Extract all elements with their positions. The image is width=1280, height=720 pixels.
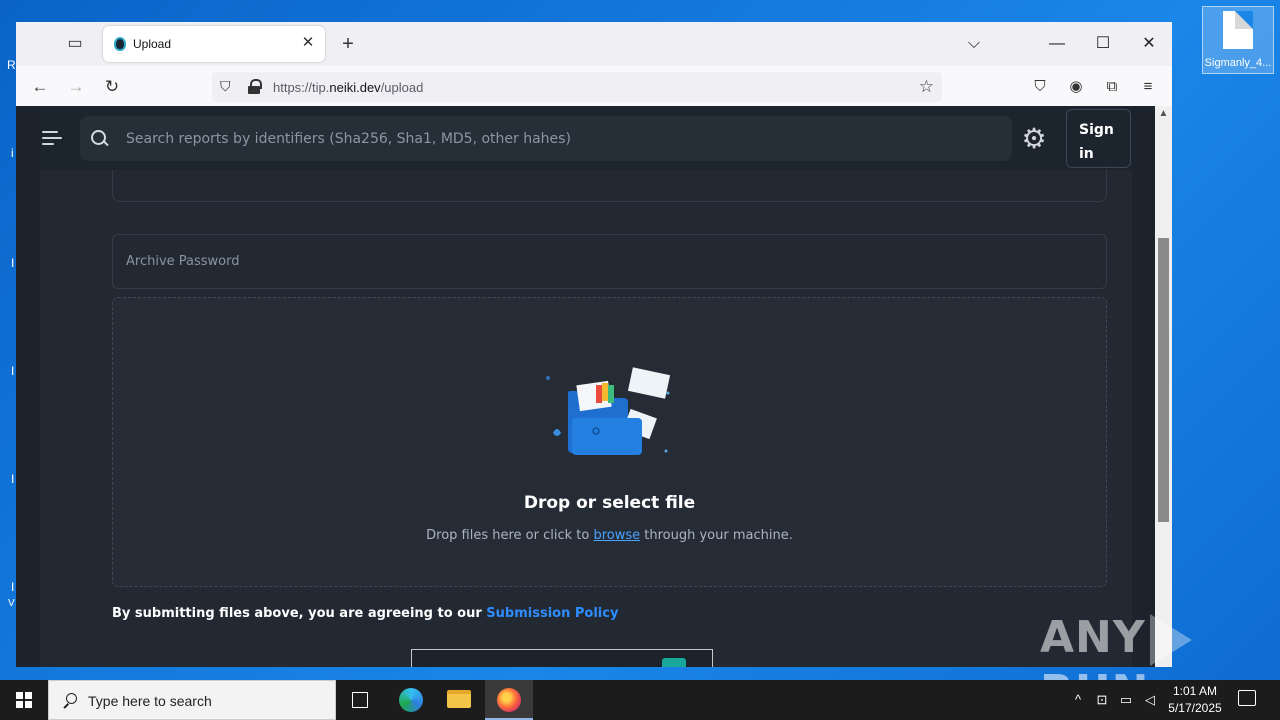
document-icon: [1223, 11, 1253, 49]
navigation-bar: ← → ↻ ⛉ https://tip.neiki.dev/upload ☆ ⛉…: [16, 66, 1172, 106]
usb-device-icon[interactable]: ⊡: [1092, 680, 1112, 720]
close-window-button[interactable]: ✕: [1134, 32, 1164, 56]
taskbar-search-placeholder: Type here to search: [88, 693, 212, 709]
firefox-icon: [497, 688, 521, 712]
dropzone-subtitle: Drop files here or click to browse throu…: [426, 528, 793, 543]
desktop-file-icon[interactable]: Sigmanly_4...: [1202, 6, 1274, 74]
windows-logo-icon: [16, 692, 32, 708]
browser-window: ▭ Upload ✕ + ⌵ — ☐ ✕ ← → ↻ ⛉ https://tip…: [16, 22, 1172, 667]
page-scrollbar[interactable]: ▲: [1155, 106, 1172, 667]
edge-taskbar-button[interactable]: [387, 680, 435, 720]
new-tab-button[interactable]: +: [336, 32, 360, 56]
browse-link[interactable]: browse: [593, 528, 640, 543]
menu-hamburger-icon[interactable]: ≡: [1136, 75, 1160, 99]
file-explorer-taskbar-button[interactable]: [435, 680, 483, 720]
app-header: ⚙ Sign in: [16, 106, 1156, 170]
archive-password-input[interactable]: [126, 235, 1086, 288]
tab-upload[interactable]: Upload ✕: [103, 26, 325, 62]
archive-password-field[interactable]: [112, 234, 1107, 289]
notification-center-icon[interactable]: [1238, 690, 1256, 706]
url-bar[interactable]: ⛉ https://tip.neiki.dev/upload ☆: [212, 72, 942, 102]
file-dropzone[interactable]: Drop or select file Drop files here or c…: [112, 297, 1107, 587]
pocket-icon[interactable]: ⛉: [1028, 75, 1052, 99]
tab-bar: ▭ Upload ✕ + ⌵ — ☐ ✕: [16, 22, 1172, 66]
play-logo-icon: [1149, 614, 1192, 666]
tab-title: Upload: [133, 37, 172, 51]
sidebar-menu-icon[interactable]: [42, 131, 62, 147]
minimize-button[interactable]: —: [1042, 32, 1072, 56]
taskbar: Type here to search ^ ⊡ ▭ ◁ 1:01 AM 5/17…: [0, 680, 1280, 720]
tracking-shield-icon[interactable]: ⛉: [220, 78, 236, 96]
back-arrow-icon[interactable]: ←: [28, 75, 52, 99]
maximize-button[interactable]: ☐: [1088, 32, 1118, 56]
start-button[interactable]: [0, 680, 48, 720]
lock-icon[interactable]: [248, 79, 262, 95]
web-page: Drop or select file Drop files here or c…: [16, 106, 1156, 667]
gear-icon[interactable]: ⚙: [1019, 124, 1049, 154]
submission-agreement-text: By submitting files above, you are agree…: [112, 606, 619, 621]
edge-icon: [399, 688, 423, 712]
desktop-icon-letter: I: [11, 580, 15, 594]
desktop-icon-strip: R i I I I I V: [0, 0, 16, 680]
scroll-up-arrow-icon[interactable]: ▲: [1157, 108, 1170, 120]
volume-icon[interactable]: ◁: [1140, 680, 1160, 720]
reload-icon[interactable]: ↻: [100, 75, 124, 99]
desktop-file-label: Sigmanly_4...: [1204, 57, 1272, 69]
desktop-icon-letter: R: [7, 58, 16, 72]
network-icon[interactable]: ▭: [1116, 680, 1136, 720]
desktop-icon-letter: I: [11, 256, 15, 270]
folder-upload-illustration-icon: [546, 367, 671, 455]
clock-date: 5/17/2025: [1168, 701, 1222, 715]
extensions-icon[interactable]: ⧉: [1100, 75, 1124, 99]
firefox-taskbar-button[interactable]: [485, 680, 533, 720]
report-search-box[interactable]: [80, 116, 1012, 161]
upload-card: Drop or select file Drop files here or c…: [40, 106, 1132, 667]
url-text[interactable]: https://tip.neiki.dev/upload: [273, 80, 423, 95]
desktop-icon-letter: V: [8, 598, 15, 609]
list-all-tabs-icon[interactable]: ⌵: [959, 32, 989, 56]
account-icon[interactable]: ◉: [1064, 75, 1088, 99]
task-view-button[interactable]: [336, 680, 384, 720]
show-hidden-icons-chevron-icon[interactable]: ^: [1068, 680, 1088, 720]
submission-policy-link[interactable]: Submission Policy: [486, 606, 618, 621]
system-clock[interactable]: 1:01 AM 5/17/2025: [1160, 683, 1230, 717]
captcha-logo-icon: [662, 658, 686, 667]
search-icon: [91, 130, 109, 148]
close-tab-icon[interactable]: ✕: [299, 34, 317, 52]
desktop-icon-letter: I: [11, 364, 15, 378]
forward-arrow-icon[interactable]: →: [64, 75, 88, 99]
scroll-thumb[interactable]: [1158, 238, 1169, 522]
sign-in-button[interactable]: Sign in: [1066, 109, 1131, 168]
folder-icon: [447, 690, 471, 708]
desktop-icon-letter: I: [11, 472, 15, 486]
captcha-widget[interactable]: [411, 649, 713, 667]
search-icon: [63, 693, 77, 707]
report-search-input[interactable]: [126, 116, 996, 161]
dropzone-title: Drop or select file: [523, 493, 696, 513]
firefox-view-icon[interactable]: ▭: [64, 34, 86, 54]
taskbar-search-box[interactable]: Type here to search: [48, 680, 336, 720]
bookmark-star-icon[interactable]: ☆: [919, 77, 934, 97]
task-view-icon: [352, 692, 368, 708]
site-favicon-icon: [114, 37, 126, 51]
desktop-icon-letter: i: [11, 146, 14, 160]
clock-time: 1:01 AM: [1172, 684, 1218, 698]
